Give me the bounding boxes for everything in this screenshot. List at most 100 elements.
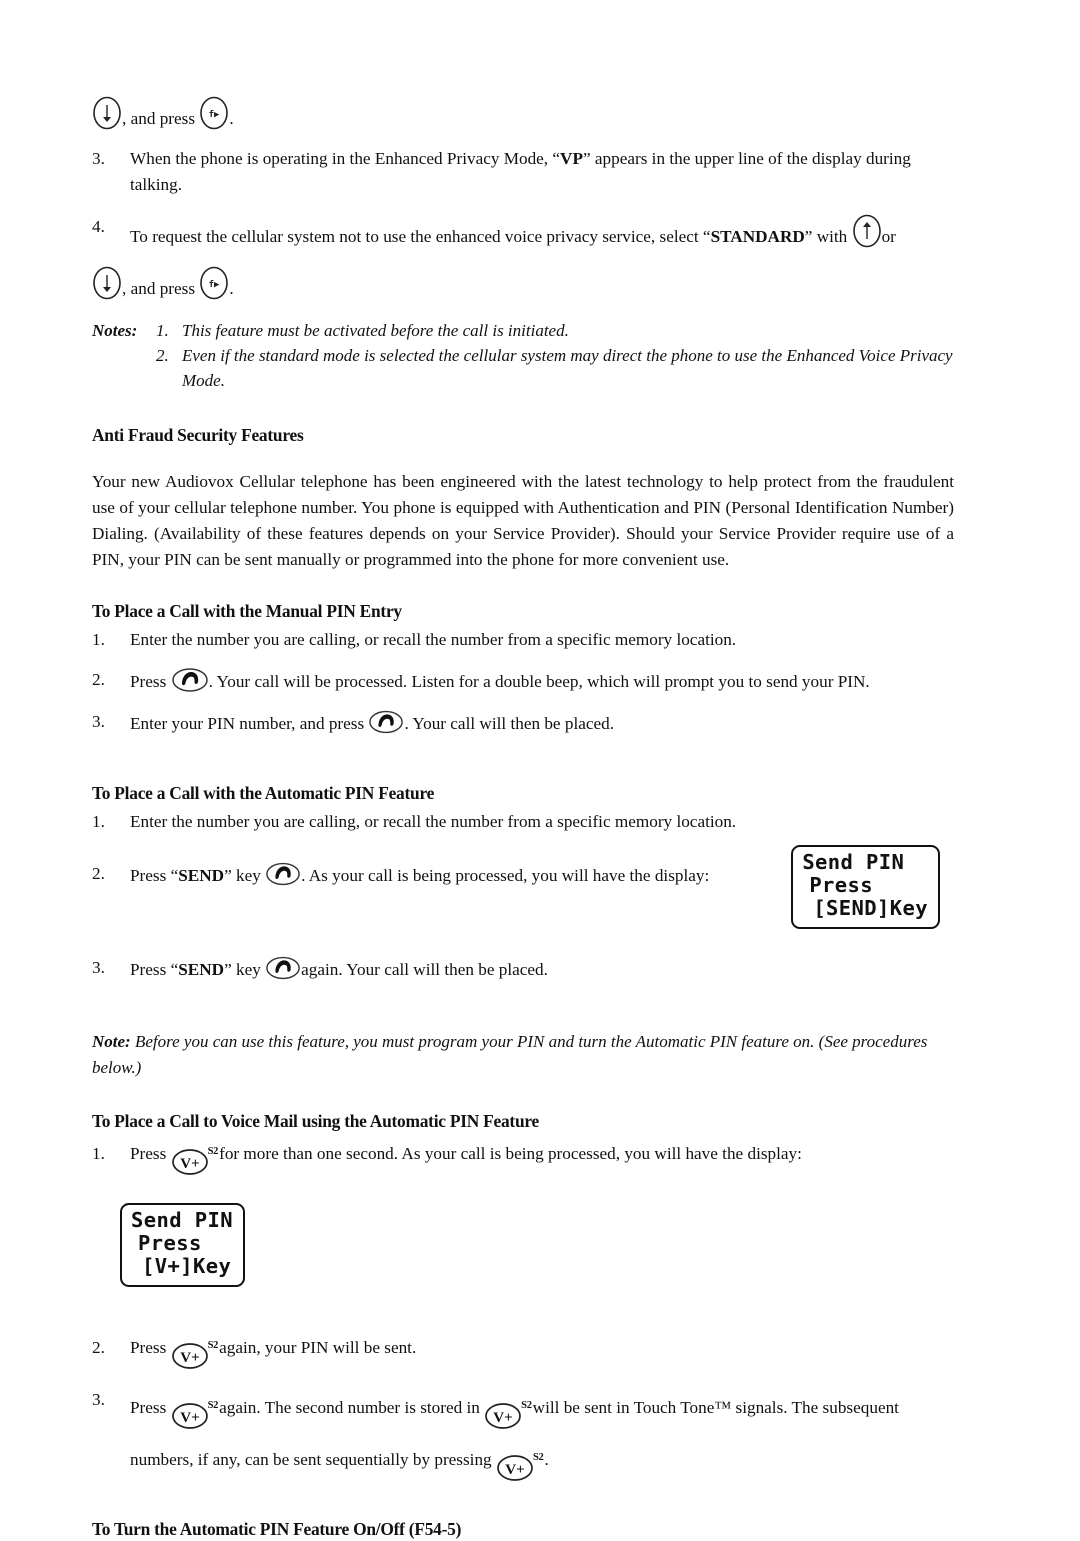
step-pre: Press [130,672,167,691]
note-number: 1. [156,321,169,340]
list-item: 3. Enter your PIN number, and press . Yo… [92,709,954,737]
step-text: Enter the number you are calling, or rec… [130,630,737,649]
step4-pre: To request the cellular system not to us… [130,227,711,246]
lcd-line-2: Press [809,873,874,897]
note-item: 2. Even if the standard mode is selected… [156,343,954,393]
send-handset-key-icon[interactable] [368,709,404,735]
volume-up-key-icon[interactable]: V+ S2 [171,1394,220,1439]
step-text: Enter your PIN number, and press . Your … [130,709,954,737]
up-arrow-key-icon[interactable] [852,214,882,248]
lcd-display-vplus-key: Send PIN Press [V+]Key [120,1203,245,1287]
list-item: 3. Press “SEND” key again. Your call wil… [92,955,954,983]
list-item: 2. Press . Your call will be processed. … [92,667,954,695]
step-number: 2. [92,864,105,883]
volume-up-key-icon[interactable]: V+ S2 [171,1340,220,1371]
step-pre: Press [130,1144,167,1163]
step4-bold: STANDARD [710,227,805,246]
step-number: 2. [92,670,105,689]
function-key-icon[interactable]: f▶ [199,96,229,130]
step4-post: ” with [804,227,848,246]
step-post: . As your call is being processed, you w… [301,866,710,885]
note-item: 1. This feature must be activated before… [156,318,954,343]
automatic-pin-note: Note: Before you can use this feature, y… [92,1029,954,1081]
note-number: 2. [156,346,169,365]
key-superscript-s2: S2 [207,1400,219,1411]
step-pre: Press [130,1398,167,1417]
manual-page: , and press f▶ . 3. When the phone is op… [0,0,1080,1539]
key-superscript-s2: S2 [532,1452,544,1463]
repeat-mid-text: , and press [122,279,196,298]
volume-up-key-icon[interactable]: V+ S2 [171,1146,220,1177]
step-text: Press V+ S2 for more than one second. As… [130,1141,954,1177]
page-content: , and press f▶ . 3. When the phone is op… [92,96,954,1541]
step4-tail: or [881,227,896,246]
svg-text:V+: V+ [493,1410,512,1426]
step-line2-post: . [544,1450,549,1469]
step-post: . Your call will then be placed. [404,714,614,733]
step-number: 3. [92,712,105,731]
step-number: 3. [92,1390,105,1409]
list-item: 1. Enter the number you are calling, or … [92,809,954,835]
step-with-display: Send PIN Press [SEND]Key 2. Press “SEND”… [92,845,954,941]
svg-text:V+: V+ [180,1410,199,1426]
repeat-press-line: , and press f▶ . [92,266,954,302]
step-post: again. Your call will then be placed. [301,960,548,979]
send-handset-key-icon[interactable] [265,955,301,981]
step-bold-send: SEND [178,960,225,979]
section-heading-voice-mail-pin: To Place a Call to Voice Mail using the … [92,1111,540,1131]
svg-text:f▶: f▶ [209,110,220,120]
lcd-line-1: Send PIN [131,1208,233,1232]
volume-up-key-icon[interactable]: V+ S2 [484,1394,533,1439]
notes-block: Notes: 1. This feature must be activated… [92,318,954,393]
function-key-icon[interactable]: f▶ [199,266,229,300]
key-superscript-s2: S2 [207,1340,219,1351]
lcd-display-wrapper: Send PIN Press [V+]Key [120,1203,954,1287]
list-item: 2. Press V+ S2 again, your PIN will be s… [92,1335,954,1371]
down-arrow-key-icon[interactable] [92,96,122,130]
send-handset-key-icon[interactable] [171,667,209,693]
step-post: for more than one second. As your call i… [219,1144,802,1163]
lcd-line-3: [SEND]Key [813,896,928,920]
top-partial-end-text: . [229,109,234,128]
step-mid-1: again. The second number is stored in [219,1398,480,1417]
anti-fraud-paragraph: Your new Audiovox Cellular telephone has… [92,472,954,569]
step3-pre: When the phone is operating in the Enhan… [130,149,561,168]
step-number: 4. [92,217,105,236]
note-text: Before you can use this feature, you mus… [92,1032,928,1077]
section-heading-turn-onoff: To Turn the Automatic PIN Feature On/Off… [92,1519,462,1539]
step-number: 1. [92,630,105,649]
step-post: again, your PIN will be sent. [219,1338,417,1357]
top-partial-line: , and press f▶ . [92,96,954,132]
list-item: 3. Press V+ S2 again. The second number … [92,1387,954,1491]
step-number: 2. [92,1338,105,1357]
lcd-display-send-key: Send PIN Press [SEND]Key [791,845,940,929]
down-arrow-key-icon[interactable] [92,266,122,300]
step-text: To request the cellular system not to us… [130,214,954,250]
step-text: Enter the number you are calling, or rec… [130,812,737,831]
notes-label: Notes: [92,321,138,340]
lcd-line-3: [V+]Key [142,1254,232,1278]
step-text: Press V+ S2 again. The second number is … [130,1387,954,1491]
svg-text:V+: V+ [180,1350,199,1366]
section-heading-automatic-pin: To Place a Call with the Automatic PIN F… [92,783,435,803]
lcd-line-1: Send PIN [802,850,905,874]
list-item: 1. Press V+ S2 for more than one second.… [92,1141,954,1177]
step-number: 1. [92,812,105,831]
step-text: Press . Your call will be processed. Lis… [130,667,954,695]
step-text: Press V+ S2 again, your PIN will be sent… [130,1335,954,1371]
step-mid: ” key [224,960,261,979]
section-heading-anti-fraud: Anti Fraud Security Features [92,425,304,445]
step-pre: Press [130,1338,167,1357]
volume-up-key-icon[interactable]: V+ S2 [496,1446,545,1491]
send-handset-key-icon[interactable] [265,861,301,887]
repeat-end-text: . [229,279,234,298]
step-number: 3. [92,958,105,977]
note-text: Even if the standard mode is selected th… [182,346,953,390]
svg-text:f▶: f▶ [209,280,220,290]
step-text: Press “SEND” key again. Your call will t… [130,955,954,983]
section-heading-manual-pin: To Place a Call with the Manual PIN Entr… [92,601,402,621]
key-superscript-s2: S2 [521,1400,532,1411]
step-bold-send: SEND [178,866,225,885]
lcd-line-2: Press [138,1231,202,1255]
notes-items: 1. This feature must be activated before… [156,318,954,393]
